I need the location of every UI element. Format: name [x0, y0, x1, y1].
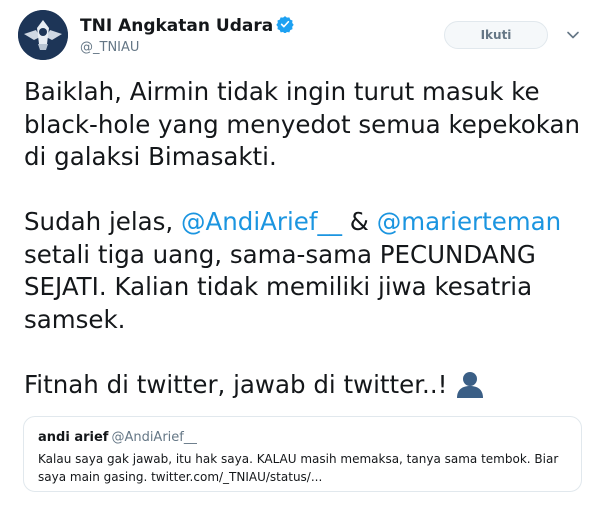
tweet-line: Fitnah di twitter, jawab di twitter..!	[24, 369, 448, 399]
quoted-tweet-line: Kalau saya gak jawab, itu hak saya. KALA…	[38, 452, 559, 466]
tweet-line: Baiklah, Airmin tidak ingin turut masuk …	[24, 77, 540, 106]
tweet-text-segment: &	[342, 207, 377, 236]
tweet-line: setali tiga uang, sama-sama PECUNDANG	[24, 239, 536, 269]
author-display-name: TNI Angkatan Udara	[80, 16, 274, 36]
quoted-tweet-line: saya main gasing. twitter.com/_TNIAU/sta…	[38, 470, 323, 484]
chevron-down-icon[interactable]	[566, 28, 580, 42]
tweet-line: samsek.	[24, 304, 126, 334]
quoted-author-name: andi arief	[38, 430, 109, 445]
author-name[interactable]: TNI Angkatan Udara	[80, 15, 294, 36]
author-handle[interactable]: @_TNIAU	[80, 40, 139, 55]
tweet-paragraph-3: Fitnah di twitter, jawab di twitter..!	[24, 369, 594, 402]
tweet-text-segment: Sudah jelas,	[24, 207, 182, 236]
verified-badge-icon	[276, 16, 294, 33]
follow-button[interactable]: Ikuti	[444, 21, 548, 49]
quoted-author-handle: @AndiArief__	[111, 430, 197, 445]
tweet-line: di galaksi Bimasakti.	[24, 142, 277, 171]
tweet-line: SEJATI. Kalian tidak memiliki jiwa kesat…	[24, 272, 533, 301]
bust-in-silhouette-icon	[457, 371, 484, 398]
quoted-tweet[interactable]: andi arief @AndiArief__ Kalau saya gak ja…	[23, 416, 582, 492]
avatar[interactable]	[18, 10, 68, 60]
tweet-text: Baiklah, Airmin tidak ingin turut masuk …	[24, 76, 594, 401]
quoted-tweet-text: Kalau saya gak jawab, itu hak saya. KALA…	[38, 450, 567, 486]
tweet-line: black-hole yang menyedot semua kepekokan	[24, 109, 581, 139]
mention-link-marierteman[interactable]: @marierteman	[377, 207, 562, 236]
tweet-paragraph-2: Sudah jelas, @AndiArief__ & @marierteman…	[24, 206, 594, 336]
air-force-emblem-icon	[18, 10, 68, 60]
mention-link-andiarief[interactable]: @AndiArief__	[181, 207, 342, 236]
quoted-tweet-header: andi arief @AndiArief__	[38, 429, 567, 446]
tweet-paragraph-1: Baiklah, Airmin tidak ingin turut masuk …	[24, 76, 594, 174]
